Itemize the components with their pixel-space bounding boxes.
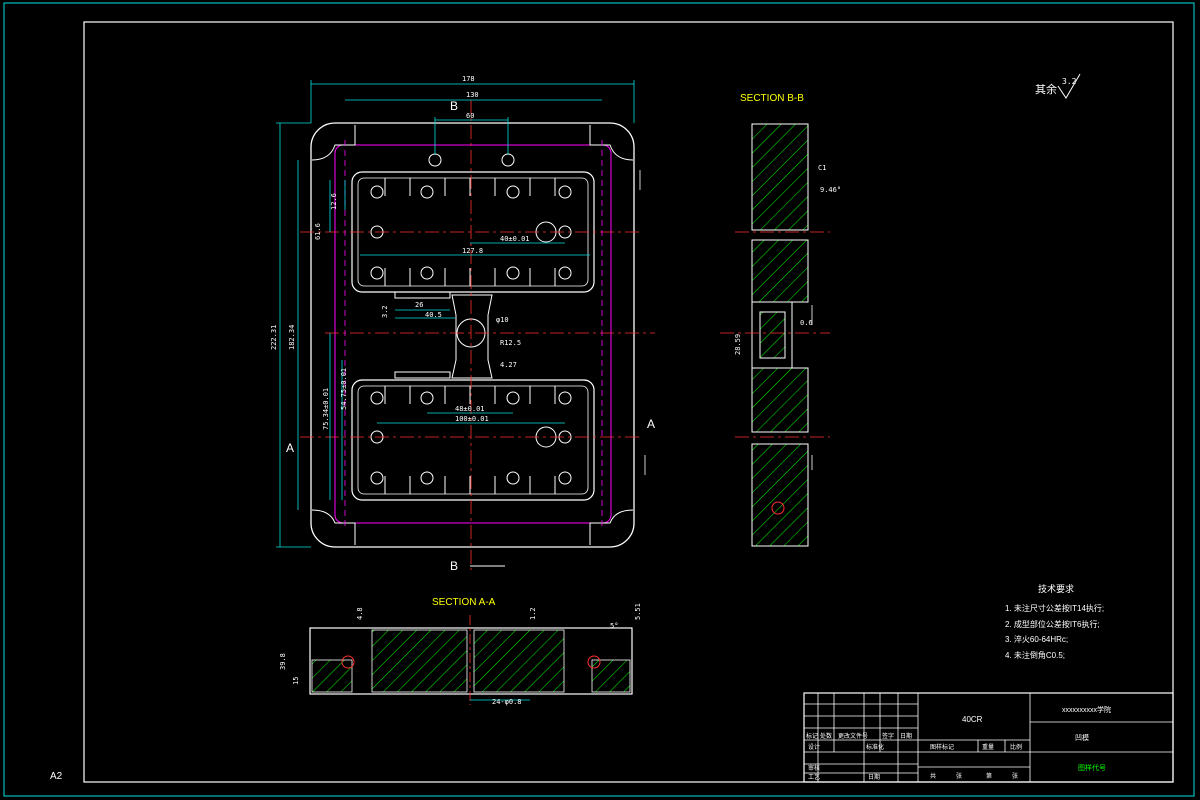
tech-item-1: 1. 未注尺寸公差按IT14执行; (1005, 603, 1104, 613)
plan-view: 178 130 60 12.6 61.6 127.8 40±0.01 φ10 R… (270, 75, 655, 573)
tb-date: 日期 (900, 732, 912, 740)
tb-design: 设计 (808, 743, 820, 751)
section-mark-a-right: A (647, 417, 655, 431)
dim-26: 26 (415, 301, 423, 309)
tb-standard: 标准化 (866, 743, 884, 751)
bb-gate-insert (759, 311, 786, 359)
section-aa-title: SECTION A-A (432, 597, 496, 608)
dimension-lines (276, 80, 635, 548)
aa-dim-angle: 5° (610, 622, 618, 630)
dim-top-overall: 178 (462, 75, 475, 83)
roughness-note: 其余 3.2 (1035, 73, 1081, 99)
bb-hatch-bottom (751, 443, 809, 547)
hidden-lines (344, 140, 603, 530)
tb-page-unit: 张 (1012, 772, 1018, 780)
dim-40: 40±0.01 (500, 235, 530, 243)
tb-sheets: 张 (956, 772, 962, 780)
aa-hatch-right (473, 629, 565, 693)
aa-dim-height: 39.8 (279, 653, 287, 670)
cad-drawing: A2 178 130 60 12.6 61.6 127.8 40±0.01 φ1… (3, 2, 1195, 797)
bb-hatch-mid-top (751, 239, 809, 303)
aa-hatch-left (371, 629, 468, 693)
dim-75: 75.34±0.01 (322, 388, 330, 430)
dim-r12: R12.5 (500, 339, 521, 347)
tb-change-doc: 更改文件号 (838, 732, 868, 740)
title-block-text: 标记 处数 更改文件号 签字 日期 设计 标准化 审核 工艺 日期 图样标记 重… (806, 732, 1022, 781)
aa-hatch-edge-right (591, 659, 631, 693)
tech-item-4: 4. 未注倒角C0.5; (1005, 650, 1065, 660)
dim-100: 100±0.01 (455, 415, 489, 423)
bb-hatch-top (751, 123, 809, 231)
bb-hatch-mid-bottom (751, 367, 809, 433)
section-mark-b-top: B (450, 99, 458, 113)
central-runner (394, 291, 493, 379)
dim-phi10: φ10 (496, 316, 509, 324)
lower-cavity-inner (357, 385, 589, 495)
dim-left-182: 182.34 (288, 325, 296, 350)
tb-page: 第 (986, 772, 992, 780)
aa-hatch-edge-left (311, 659, 353, 693)
dim-top-60: 60 (466, 112, 474, 120)
section-bb-view: SECTION B-B C1 9.46° 28.59 0.6 (720, 93, 841, 547)
bb-dim-angle: 9.46° (820, 186, 841, 194)
tb-scale: 比例 (1010, 743, 1022, 751)
section-bb-title: SECTION B-B (740, 93, 804, 104)
tb-drawing-name: 凹模 (1075, 733, 1089, 742)
tb-count: 处数 (820, 732, 832, 740)
aa-dim-5-51: 5.51 (634, 603, 642, 620)
lower-ribs (384, 386, 556, 494)
dim-127-8: 127.8 (462, 247, 483, 255)
tb-process: 工艺 (808, 773, 820, 781)
section-mark-a-left: A (286, 441, 294, 455)
section-mark-b-bottom: B (450, 559, 458, 573)
tb-total: 共 (930, 772, 936, 780)
tb-review: 审核 (808, 764, 820, 772)
bb-dim-c1: C1 (818, 164, 826, 172)
aa-dim-24: 24-φ0.8 (492, 698, 522, 706)
inner-frame (334, 144, 612, 524)
dim-left-overall: 222.31 (270, 325, 278, 350)
dim-61-6: 61.6 (314, 223, 322, 240)
dim-48: 48±0.01 (455, 405, 485, 413)
dim-12-6: 12.6 (330, 193, 338, 210)
tb-material: 40CR (962, 715, 983, 724)
aa-dim-1-2: 1.2 (529, 607, 537, 620)
tech-requirements: 技术要求 1. 未注尺寸公差按IT14执行; 2. 成型部位公差按IT6执行; … (1005, 583, 1104, 660)
section-aa-view: SECTION A-A 4.8 1.2 5.51 5° 39.8 15 24-φ… (279, 597, 642, 706)
tb-drawing-no: 图样代号 (1078, 763, 1106, 772)
dim-427: 4.27 (500, 361, 517, 369)
dim-3-2: 3.2 (381, 305, 389, 318)
dim-54: 54.75±0.01 (340, 368, 348, 410)
roughness-prefix: 其余 (1035, 82, 1057, 96)
tech-item-2: 2. 成型部位公差按IT6执行; (1005, 619, 1100, 629)
lower-cavity (351, 379, 595, 501)
tb-mark: 标记 (806, 732, 818, 740)
tb-weight: 重量 (982, 743, 994, 751)
aa-dim-15: 15 (292, 677, 300, 685)
aa-body (309, 627, 633, 695)
tb-sign: 签字 (882, 732, 894, 740)
bb-dim-06: 0.6 (800, 319, 813, 327)
tb-process-date: 日期 (868, 773, 880, 781)
sheet-size-label: A2 (50, 771, 63, 782)
bb-dim-28: 28.59 (734, 334, 742, 355)
dim-top-130: 130 (466, 91, 479, 99)
plate-outline (310, 122, 635, 548)
tech-title: 技术要求 (1038, 583, 1074, 594)
tb-school: xxxxxxxxxx学院 (1062, 705, 1111, 714)
tech-item-3: 3. 淬火60-64HRc; (1005, 634, 1068, 644)
tb-stage-mark: 图样标记 (930, 743, 954, 751)
roughness-value: 3.2 (1062, 77, 1077, 86)
dim-40-5: 40.5 (425, 311, 442, 319)
aa-dim-4-8: 4.8 (356, 607, 364, 620)
